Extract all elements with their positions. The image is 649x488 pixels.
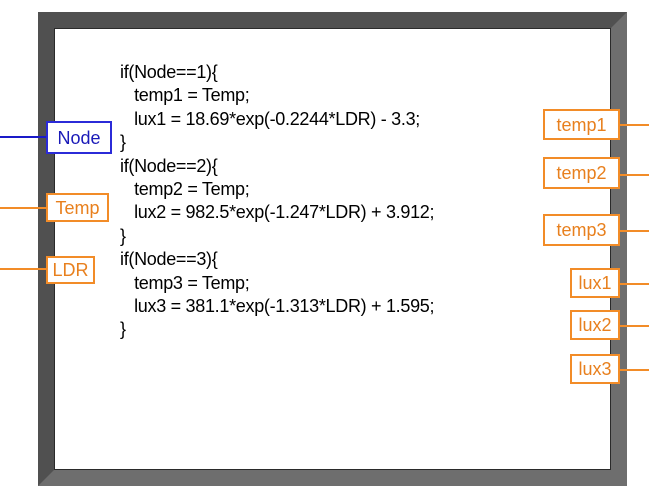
temp3-output-wire[interactable] [618,230,649,232]
lux1-output-label: lux1 [578,273,612,293]
code-line: lux1 = 18.69*exp(-0.2244*LDR) - 3.3; [120,108,420,129]
lux2-output-terminal[interactable]: lux2 [570,310,620,340]
temp-input-wire[interactable] [0,207,48,209]
temp3-output-terminal[interactable]: temp3 [543,214,620,246]
lux3-output-wire[interactable] [618,369,649,371]
code-line: } [120,132,126,153]
ldr-input-wire[interactable] [0,268,48,270]
code-line: lux3 = 381.1*exp(-1.313*LDR) + 1.595; [120,295,435,316]
lux2-output-wire[interactable] [618,325,649,327]
temp3-output-label: temp3 [556,220,607,240]
node-input-wire[interactable] [0,136,48,138]
lux1-output-wire[interactable] [618,283,649,285]
lux3-output-label: lux3 [578,359,612,379]
temp2-output-label: temp2 [556,163,607,183]
temp1-output-wire[interactable] [618,124,649,126]
lux3-output-terminal[interactable]: lux3 [570,354,620,384]
code-line: temp1 = Temp; [120,85,250,106]
lux1-output-terminal[interactable]: lux1 [570,268,620,298]
node-input-label: Node [57,127,101,148]
code-line: temp2 = Temp; [120,178,250,199]
temp1-output-label: temp1 [556,114,607,135]
lux2-output-label: lux2 [578,315,612,335]
code-line: } [120,319,126,340]
node-input-terminal[interactable]: Node [46,121,112,154]
code-line: if(Node==1){ [120,62,218,82]
ldr-input-terminal[interactable]: LDR [46,256,95,284]
code-line: if(Node==2){ [120,155,218,176]
code-line: } [120,225,126,246]
formula-code[interactable]: if(Node==1){ temp1 = Temp; lux1 = 18.69*… [120,61,435,342]
temp-input-terminal[interactable]: Temp [46,193,109,222]
code-line: lux2 = 982.5*exp(-1.247*LDR) + 3.912; [120,202,435,223]
code-line: if(Node==3){ [120,249,218,270]
temp2-output-terminal[interactable]: temp2 [543,157,620,189]
code-line: temp3 = Temp; [120,272,250,293]
temp1-output-terminal[interactable]: temp1 [543,109,620,140]
ldr-input-label: LDR [52,260,89,280]
temp-input-label: Temp [55,197,100,218]
temp2-output-wire[interactable] [618,174,649,176]
